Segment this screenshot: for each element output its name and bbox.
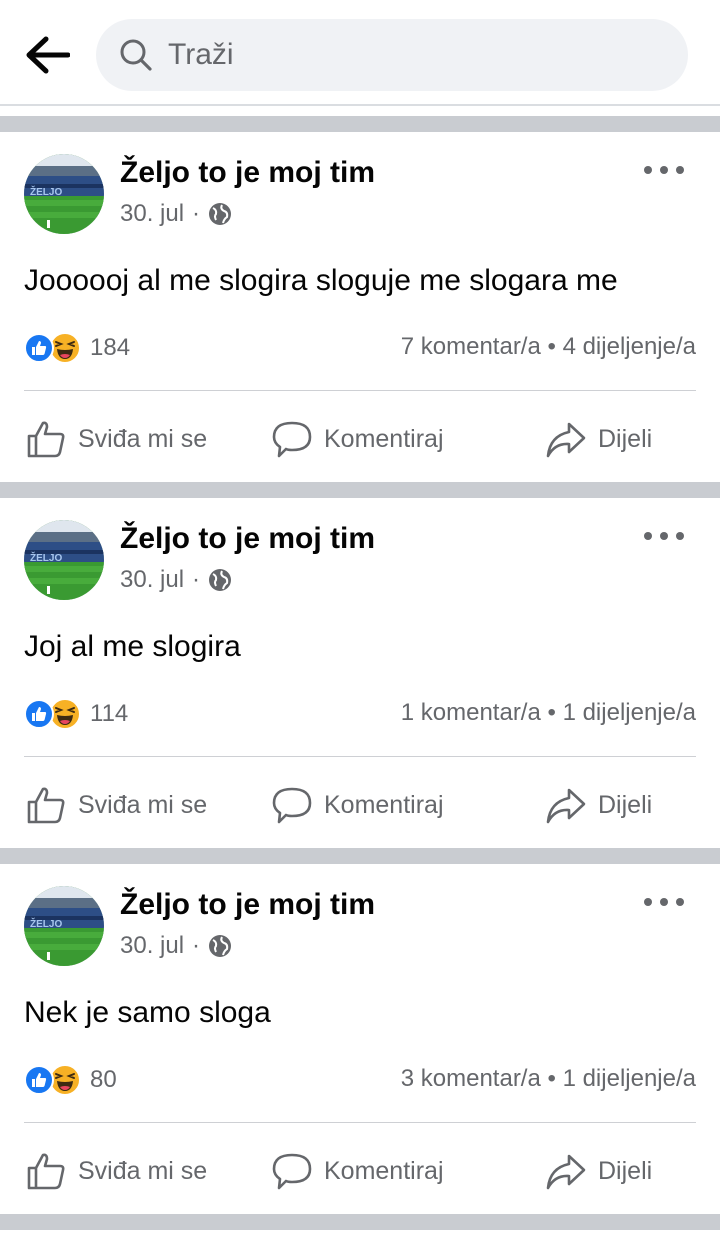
comment-bubble-icon — [270, 1149, 314, 1193]
thumbs-up-icon — [24, 1149, 68, 1193]
feed-separator — [0, 482, 720, 498]
post-date[interactable]: 30. jul — [120, 200, 184, 228]
globe-icon — [208, 202, 232, 226]
divider — [24, 756, 696, 757]
post-date[interactable]: 30. jul — [120, 566, 184, 594]
share-label: Dijeli — [598, 790, 653, 819]
divider — [24, 1122, 696, 1123]
comment-bubble-icon — [270, 783, 314, 827]
comment-button[interactable]: Komentiraj — [270, 780, 444, 830]
like-reaction-icon — [24, 1065, 54, 1095]
share-arrow-icon — [544, 783, 588, 827]
post-text: Nek je samo sloga — [24, 996, 271, 1029]
like-label: Sviđa mi se — [78, 424, 208, 453]
arrow-left-icon — [26, 36, 70, 74]
feed-separator — [0, 848, 720, 864]
post-text: Joooooj al me slogira sloguje me slogara… — [24, 264, 618, 297]
search-icon — [118, 37, 154, 73]
like-reaction-icon — [24, 699, 54, 729]
like-label: Sviđa mi se — [78, 790, 208, 819]
post-text: Joj al me slogira — [24, 630, 241, 663]
thumbs-up-icon — [24, 783, 68, 827]
comment-label: Komentiraj — [324, 1156, 444, 1185]
globe-icon — [208, 934, 232, 958]
share-label: Dijeli — [598, 424, 653, 453]
more-options-button[interactable] — [644, 158, 684, 182]
back-button[interactable] — [22, 30, 72, 80]
comment-label: Komentiraj — [324, 790, 444, 819]
post-author[interactable]: Željo to je moj tim — [120, 522, 375, 556]
reactions-summary[interactable]: 80 — [24, 1063, 117, 1097]
share-button[interactable]: Dijeli — [544, 414, 652, 464]
comment-label: Komentiraj — [324, 424, 444, 453]
search-bar[interactable] — [96, 19, 688, 91]
post-meta: 30. jul · — [120, 932, 232, 960]
post-card: ŽELJO Željo to je moj tim 30. jul · Jooo… — [0, 132, 720, 482]
share-button[interactable]: Dijeli — [544, 780, 652, 830]
reactions-summary[interactable]: 114 — [24, 697, 128, 731]
divider — [24, 390, 696, 391]
search-input[interactable] — [168, 38, 648, 72]
post-meta: 30. jul · — [120, 566, 232, 594]
post-author[interactable]: Željo to je moj tim — [120, 888, 375, 922]
comment-bubble-icon — [270, 417, 314, 461]
feed-separator — [0, 1214, 720, 1230]
share-arrow-icon — [544, 417, 588, 461]
feed-separator — [0, 116, 720, 132]
more-options-button[interactable] — [644, 890, 684, 914]
avatar[interactable]: ŽELJO — [24, 520, 104, 600]
post-meta: 30. jul · — [120, 200, 232, 228]
more-options-button[interactable] — [644, 524, 684, 548]
like-button[interactable]: Sviđa mi se — [24, 780, 207, 830]
like-label: Sviđa mi se — [78, 1156, 208, 1185]
meta-separator: · — [192, 932, 201, 959]
meta-separator: · — [192, 566, 201, 593]
comment-button[interactable]: Komentiraj — [270, 414, 444, 464]
like-button[interactable]: Sviđa mi se — [24, 1146, 207, 1196]
comment-button[interactable]: Komentiraj — [270, 1146, 444, 1196]
like-button[interactable]: Sviđa mi se — [24, 414, 207, 464]
post-stats[interactable]: 1 komentar/a • 1 dijeljenje/a — [401, 699, 696, 727]
share-button[interactable]: Dijeli — [544, 1146, 652, 1196]
post-card: ŽELJO Željo to je moj tim 30. jul · Joj … — [0, 498, 720, 848]
reactions-count: 184 — [90, 334, 131, 361]
post-date[interactable]: 30. jul — [120, 932, 184, 960]
share-label: Dijeli — [598, 1156, 653, 1185]
meta-separator: · — [192, 200, 201, 227]
post-stats[interactable]: 3 komentar/a • 1 dijeljenje/a — [401, 1065, 696, 1093]
reactions-count: 80 — [90, 1066, 117, 1093]
avatar[interactable]: ŽELJO — [24, 154, 104, 234]
post-card: ŽELJO Željo to je moj tim 30. jul · Nek … — [0, 864, 720, 1214]
like-reaction-icon — [24, 333, 54, 363]
post-author[interactable]: Željo to je moj tim — [120, 156, 375, 190]
share-arrow-icon — [544, 1149, 588, 1193]
thumbs-up-icon — [24, 417, 68, 461]
globe-icon — [208, 568, 232, 592]
post-stats[interactable]: 7 komentar/a • 4 dijeljenje/a — [401, 333, 696, 361]
reactions-count: 114 — [90, 700, 129, 727]
avatar[interactable]: ŽELJO — [24, 886, 104, 966]
top-bar — [0, 0, 720, 106]
reactions-summary[interactable]: 184 — [24, 331, 130, 365]
